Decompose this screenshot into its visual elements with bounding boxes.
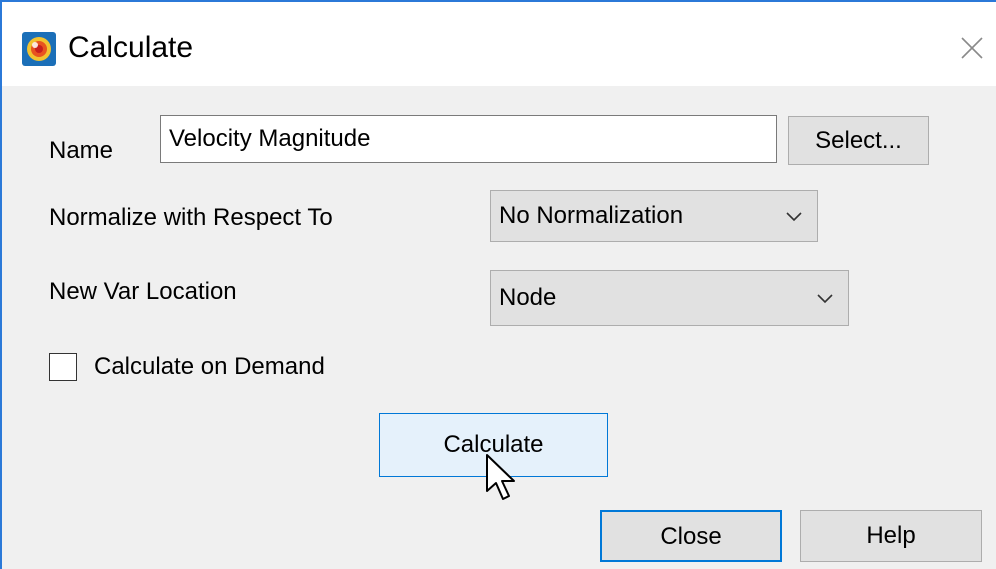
title-bar[interactable]: Calculate bbox=[2, 2, 996, 86]
tecplot-app-icon bbox=[22, 32, 56, 66]
close-button[interactable]: Close bbox=[600, 510, 782, 562]
name-input[interactable]: Velocity Magnitude bbox=[160, 115, 777, 163]
location-label: New Var Location bbox=[49, 278, 237, 305]
chevron-down-icon bbox=[817, 294, 833, 304]
close-icon[interactable] bbox=[956, 32, 988, 64]
name-label: Name bbox=[49, 137, 114, 164]
window-title: Calculate bbox=[68, 31, 194, 64]
chevron-down-icon bbox=[786, 212, 802, 222]
normalize-dropdown[interactable]: No Normalization bbox=[490, 190, 818, 242]
select-button[interactable]: Select... bbox=[788, 116, 929, 165]
calculate-on-demand-checkbox[interactable] bbox=[49, 353, 77, 381]
normalize-label: Normalize with Respect To bbox=[49, 204, 333, 231]
calculate-button[interactable]: Calculate bbox=[379, 413, 608, 477]
calculate-dialog: Calculate Name Velocity Magnitude Select… bbox=[0, 0, 996, 569]
calculate-on-demand-label[interactable]: Calculate on Demand bbox=[94, 352, 325, 382]
help-button[interactable]: Help bbox=[800, 510, 982, 562]
normalize-selected-value: No Normalization bbox=[499, 202, 684, 229]
location-selected-value: Node bbox=[499, 284, 557, 311]
location-dropdown[interactable]: Node bbox=[490, 270, 849, 326]
